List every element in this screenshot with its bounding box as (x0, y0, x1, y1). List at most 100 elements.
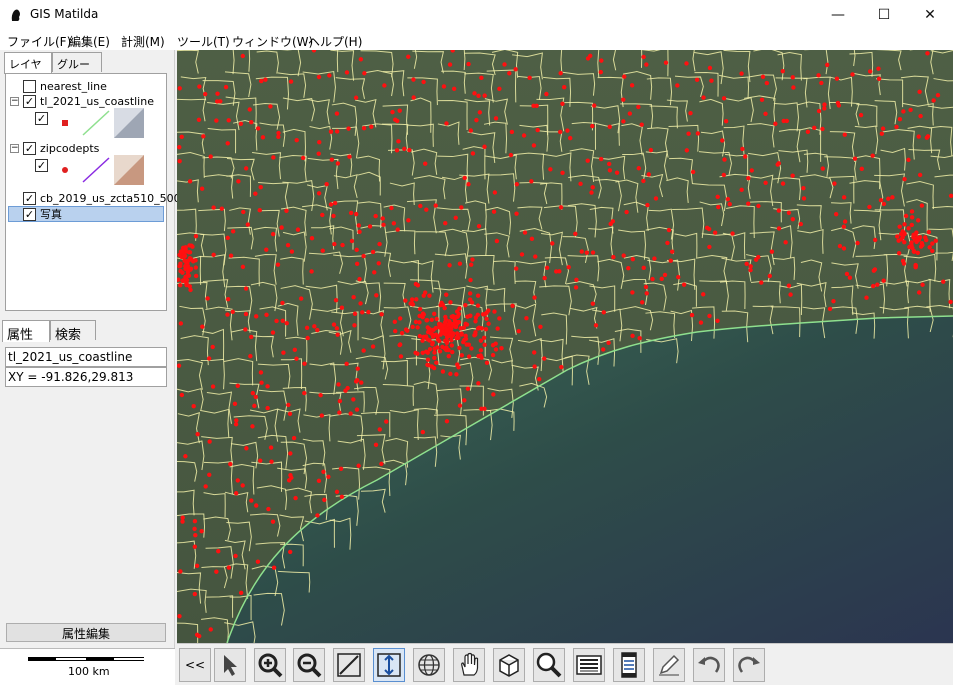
coordinate-readout: XY = -91.826,29.813 (5, 367, 167, 387)
menu-tools[interactable]: ツール(T) (177, 33, 230, 50)
point-symbol-icon[interactable] (60, 165, 70, 175)
zipcode-point (240, 264, 246, 270)
zipcode-point (214, 118, 219, 123)
zipcode-point (249, 120, 254, 125)
zipcode-point (328, 202, 334, 207)
layer-checkbox[interactable] (23, 79, 36, 93)
pointer-tool-button[interactable] (214, 648, 246, 682)
fill-symbol-icon[interactable] (114, 108, 144, 138)
zipcode-point (820, 126, 825, 132)
attribute-table-button[interactable] (573, 648, 605, 682)
menu-help[interactable]: ヘルプ(H) (308, 33, 362, 50)
collapse-panel-button[interactable]: << (179, 648, 211, 682)
edit-button[interactable] (653, 648, 685, 682)
point-symbol-icon[interactable] (60, 118, 70, 128)
zipcode-point (763, 111, 768, 116)
close-button[interactable]: ✕ (907, 0, 953, 30)
zipcode-point (312, 324, 317, 329)
zipcode-point (593, 323, 599, 328)
fill-symbol-icon[interactable] (114, 155, 144, 185)
map-canvas[interactable] (177, 50, 953, 643)
zipcode-point (289, 249, 295, 254)
zipcode-point (426, 326, 432, 332)
layer-item[interactable]: nearest_line (23, 78, 107, 94)
menu-measure[interactable]: 計測(M) (121, 33, 165, 50)
layer-item[interactable]: ✓ tl_2021_us_coastline (23, 93, 154, 109)
layer-name: tl_2021_us_coastline (40, 94, 154, 108)
style-checkbox[interactable]: ✓ (35, 111, 48, 125)
undo-button[interactable] (693, 648, 725, 682)
zipcode-point (707, 244, 712, 250)
zipcode-point (316, 151, 321, 156)
layer-name: 写真 (40, 208, 62, 221)
projection-button[interactable] (413, 648, 445, 682)
zipcode-point (822, 106, 827, 111)
zipcode-point (901, 109, 906, 114)
menu-edit[interactable]: 編集(E) (69, 33, 110, 50)
layer-checkbox[interactable]: ✓ (23, 207, 36, 221)
zoom-out-button[interactable] (293, 648, 325, 682)
zipcode-point (930, 241, 935, 246)
collapse-icon[interactable]: − (10, 97, 19, 106)
zipcode-point (179, 134, 184, 140)
style-checkbox[interactable]: ✓ (35, 158, 48, 172)
tab-attributes[interactable]: 属性 (2, 320, 50, 343)
layer-item[interactable]: ✓ zipcodepts (23, 140, 99, 156)
zipcode-point (776, 208, 781, 213)
tab-layers[interactable]: レイヤー (4, 52, 52, 87)
layer-checkbox[interactable]: ✓ (23, 191, 36, 205)
zipcode-point (228, 461, 233, 467)
pan-button[interactable] (453, 648, 485, 682)
zipcode-point (561, 84, 567, 90)
zipcode-point (302, 390, 307, 396)
measure-vertical-button[interactable] (373, 648, 405, 682)
zipcode-point (855, 240, 860, 246)
search-button[interactable] (533, 648, 565, 682)
zipcode-point (644, 291, 649, 296)
collapse-icon[interactable]: − (10, 144, 19, 153)
zipcode-point (255, 126, 261, 131)
3d-view-button[interactable] (493, 648, 525, 682)
zipcode-point (397, 316, 403, 321)
zipcode-point (924, 135, 930, 140)
zipcode-point (214, 569, 219, 574)
zipcode-point (431, 365, 437, 371)
layer-checkbox[interactable]: ✓ (23, 141, 36, 155)
zipcode-point (653, 196, 659, 201)
zipcode-point (476, 223, 482, 229)
redo-button[interactable] (733, 648, 765, 682)
zipcode-point (665, 240, 670, 246)
measure-line-button[interactable] (333, 648, 365, 682)
zipcode-point (568, 135, 573, 141)
line-symbol-icon[interactable] (81, 155, 111, 185)
zipcode-point (740, 146, 745, 152)
menu-file[interactable]: ファイル(F) (7, 33, 71, 50)
edit-attributes-button[interactable]: 属性編集 (6, 623, 166, 642)
tab-groups[interactable]: グループ (52, 52, 102, 87)
layer-item[interactable]: ✓ cb_2019_us_zcta510_500 (23, 190, 181, 206)
zipcode-point (276, 130, 281, 136)
zipcode-point (477, 110, 483, 115)
tab-search[interactable]: 検索 (50, 320, 96, 343)
zoom-in-button[interactable] (254, 648, 286, 682)
layer-checkbox[interactable]: ✓ (23, 94, 36, 108)
legend-button[interactable] (613, 648, 645, 682)
layer-item-selected[interactable]: ✓ 写真 (8, 206, 164, 222)
zipcode-point (334, 326, 340, 331)
zipcode-point (502, 62, 507, 67)
zipcode-point (786, 283, 792, 288)
zipcode-point (215, 91, 220, 96)
zipcode-point (315, 327, 320, 333)
line-symbol-icon[interactable] (81, 108, 111, 138)
minimize-button[interactable]: — (815, 0, 861, 30)
zipcode-point (592, 103, 597, 108)
zipcode-point (444, 419, 450, 424)
menu-window[interactable]: ウィンドウ(W) (232, 33, 313, 50)
zipcode-point (896, 250, 902, 256)
map-view[interactable] (177, 50, 953, 643)
maximize-button[interactable]: ☐ (861, 0, 907, 30)
zipcode-point (444, 292, 449, 297)
zipcode-point (842, 219, 848, 224)
zipcode-point (223, 84, 229, 90)
zipcode-point (268, 104, 273, 109)
